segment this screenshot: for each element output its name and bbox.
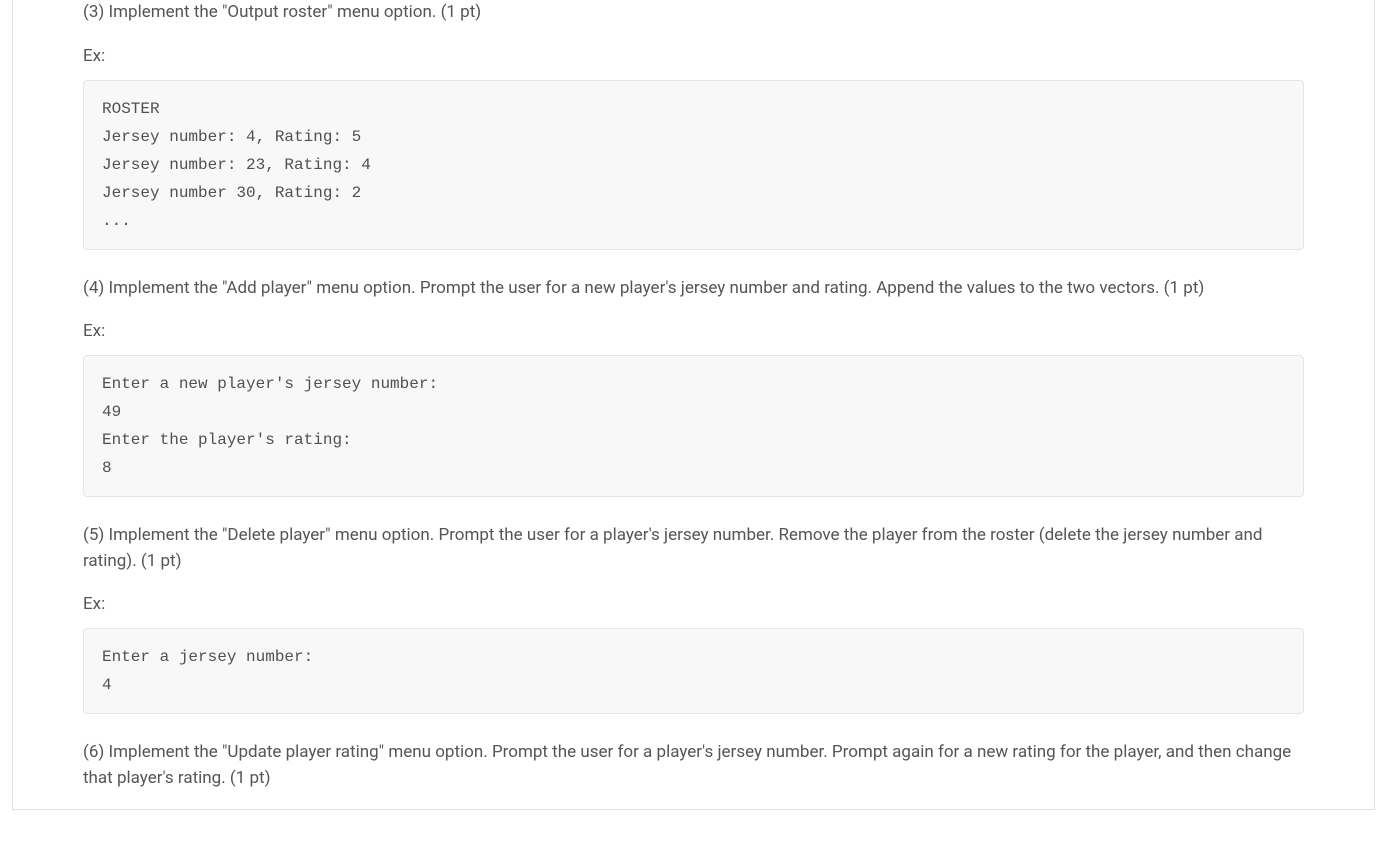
example-label-5: Ex:	[83, 594, 1304, 614]
code-block-5: Enter a jersey number: 4	[83, 628, 1304, 714]
instruction-4: (4) Implement the "Add player" menu opti…	[83, 276, 1304, 302]
example-label-3: Ex:	[83, 46, 1304, 66]
code-block-4: Enter a new player's jersey number: 49 E…	[83, 355, 1304, 497]
instruction-5: (5) Implement the "Delete player" menu o…	[83, 523, 1304, 574]
code-block-3: ROSTER Jersey number: 4, Rating: 5 Jerse…	[83, 80, 1304, 250]
instruction-6: (6) Implement the "Update player rating"…	[83, 740, 1304, 791]
instruction-3: (3) Implement the "Output roster" menu o…	[83, 0, 1304, 26]
content-container: (3) Implement the "Output roster" menu o…	[12, 0, 1375, 810]
example-label-4: Ex:	[83, 321, 1304, 341]
